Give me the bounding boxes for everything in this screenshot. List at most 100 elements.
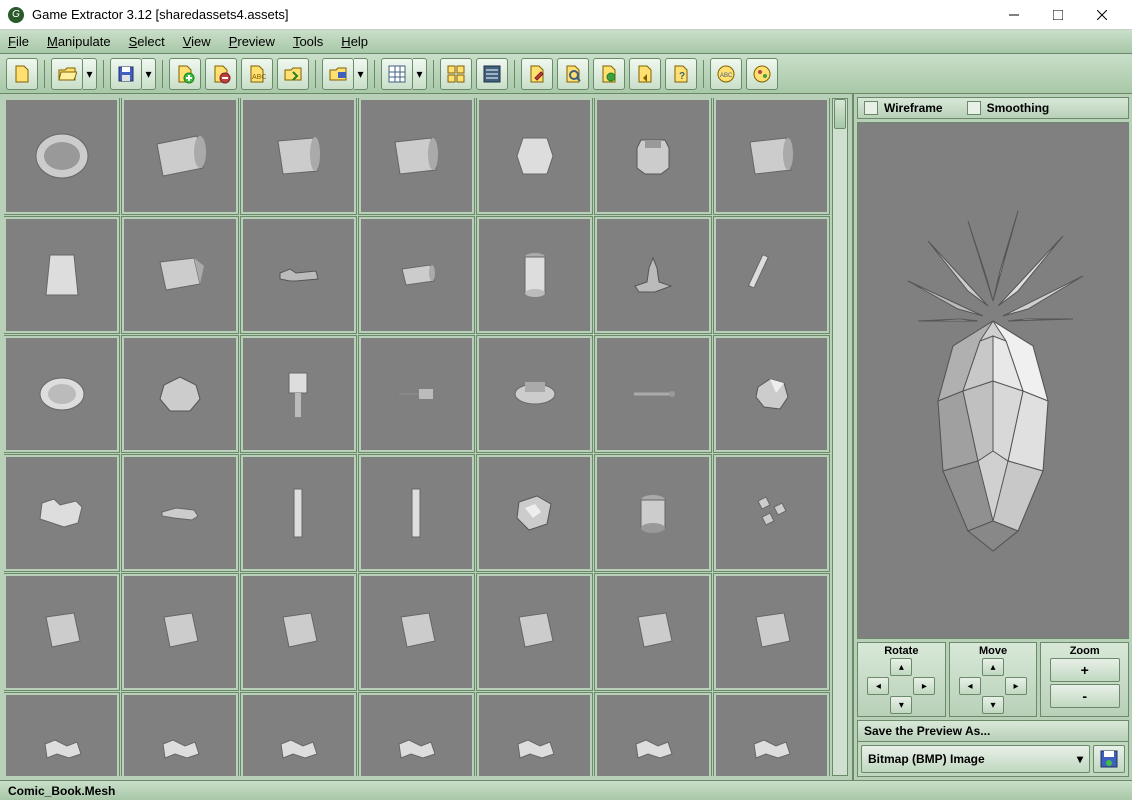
open-file-button[interactable]	[51, 58, 83, 90]
export-dropdown[interactable]: ▾	[354, 58, 368, 90]
thumbnail-item[interactable]	[477, 217, 592, 333]
move-left-button[interactable]: ◂	[959, 677, 981, 695]
tiles-view-button[interactable]	[440, 58, 472, 90]
menu-view[interactable]: View	[183, 34, 211, 49]
thumbnail-item[interactable]	[359, 98, 474, 214]
settings-button[interactable]	[593, 58, 625, 90]
thumbnail-item[interactable]	[241, 98, 356, 214]
thumbnail-item[interactable]	[122, 693, 237, 776]
save-dropdown[interactable]: ▾	[142, 58, 156, 90]
thumbnail-item[interactable]	[122, 217, 237, 333]
table-view-button[interactable]	[381, 58, 413, 90]
zoom-in-button[interactable]: +	[1050, 658, 1120, 682]
thumbnail-item[interactable]	[122, 574, 237, 690]
thumbnail-item[interactable]	[4, 217, 119, 333]
rotate-down-button[interactable]: ▾	[890, 696, 912, 714]
smoothing-checkbox[interactable]: Smoothing	[967, 101, 1050, 115]
rotate-up-button[interactable]: ▴	[890, 658, 912, 676]
menu-select[interactable]: Select	[129, 34, 165, 49]
thumbnail-item[interactable]	[241, 574, 356, 690]
thumbnail-item[interactable]	[595, 574, 710, 690]
thumbnail-item[interactable]	[359, 693, 474, 776]
list-view-button[interactable]	[476, 58, 508, 90]
preview-viewport[interactable]	[857, 122, 1129, 639]
menu-help[interactable]: Help	[341, 34, 368, 49]
move-controls: Move ▴ ◂▸ ▾	[949, 642, 1038, 717]
export-as-button[interactable]	[322, 58, 354, 90]
abc-tool-button[interactable]: ABC	[710, 58, 742, 90]
separator	[374, 60, 375, 88]
help-button[interactable]: ?	[665, 58, 697, 90]
remove-file-button[interactable]	[205, 58, 237, 90]
thumbnail-item[interactable]	[241, 336, 356, 452]
move-down-button[interactable]: ▾	[982, 696, 1004, 714]
rename-button[interactable]: ABC	[241, 58, 273, 90]
scripts-button[interactable]	[629, 58, 661, 90]
thumbnail-item[interactable]	[714, 574, 829, 690]
mesh-icon	[150, 250, 210, 300]
thumbnail-item[interactable]	[477, 574, 592, 690]
thumbnail-item[interactable]	[595, 98, 710, 214]
thumbnail-item[interactable]	[4, 336, 119, 452]
rotate-right-button[interactable]: ▸	[913, 677, 935, 695]
view-dropdown[interactable]: ▾	[413, 58, 427, 90]
thumbnail-scrollbar[interactable]	[832, 98, 848, 776]
thumbnail-item[interactable]	[359, 336, 474, 452]
thumbnail-item[interactable]	[714, 455, 829, 571]
thumbnail-item[interactable]	[477, 336, 592, 452]
thumbnail-item[interactable]	[477, 455, 592, 571]
scrollbar-thumb[interactable]	[834, 99, 846, 129]
rotate-left-button[interactable]: ◂	[867, 677, 889, 695]
thumbnail-item[interactable]	[122, 336, 237, 452]
thumbnail-item[interactable]	[4, 455, 119, 571]
minimize-button[interactable]	[992, 0, 1036, 30]
move-right-button[interactable]: ▸	[1005, 677, 1027, 695]
thumbnail-item[interactable]	[477, 98, 592, 214]
thumbnail-item[interactable]	[4, 98, 119, 214]
checkbox-icon	[864, 101, 878, 115]
thumbnail-item[interactable]	[595, 693, 710, 776]
new-file-button[interactable]	[6, 58, 38, 90]
thumbnail-item[interactable]	[122, 455, 237, 571]
open-dropdown[interactable]: ▾	[83, 58, 97, 90]
export-button[interactable]	[277, 58, 309, 90]
thumbnail-item[interactable]	[595, 336, 710, 452]
thumbnail-item[interactable]	[122, 98, 237, 214]
thumbnail-item[interactable]	[595, 217, 710, 333]
close-button[interactable]	[1080, 0, 1124, 30]
thumbnail-item[interactable]	[241, 217, 356, 333]
custom-tool-button[interactable]	[746, 58, 778, 90]
table-view-icon	[387, 64, 407, 84]
thumbnail-item[interactable]	[241, 693, 356, 776]
maximize-button[interactable]	[1036, 0, 1080, 30]
thumbnail-item[interactable]	[714, 98, 829, 214]
thumbnail-item[interactable]	[595, 455, 710, 571]
search-button[interactable]	[557, 58, 589, 90]
thumbnail-item[interactable]	[714, 693, 829, 776]
save-format-select[interactable]: Bitmap (BMP) Image ▾	[861, 745, 1090, 773]
thumbnail-item[interactable]	[714, 217, 829, 333]
wireframe-checkbox[interactable]: Wireframe	[864, 101, 943, 115]
save-button[interactable]	[110, 58, 142, 90]
menu-preview[interactable]: Preview	[229, 34, 275, 49]
thumbnail-item[interactable]	[4, 574, 119, 690]
thumbnail-item[interactable]	[714, 336, 829, 452]
thumbnail-item[interactable]	[359, 574, 474, 690]
zoom-out-button[interactable]: -	[1050, 684, 1120, 708]
thumbnail-item[interactable]	[241, 455, 356, 571]
chevron-down-icon: ▾	[1077, 752, 1083, 766]
edit-pencil-icon	[527, 64, 547, 84]
thumbnail-item[interactable]	[477, 693, 592, 776]
thumbnail-item[interactable]	[359, 217, 474, 333]
add-file-button[interactable]	[169, 58, 201, 90]
mesh-icon	[263, 126, 333, 186]
thumbnail-item[interactable]	[359, 455, 474, 571]
menu-file[interactable]: File	[8, 34, 29, 49]
thumbnail-item[interactable]	[4, 693, 119, 776]
mesh-icon	[271, 607, 326, 657]
move-up-button[interactable]: ▴	[982, 658, 1004, 676]
menu-manipulate[interactable]: Manipulate	[47, 34, 111, 49]
menu-tools[interactable]: Tools	[293, 34, 323, 49]
save-preview-button[interactable]	[1093, 745, 1125, 773]
edit-button[interactable]	[521, 58, 553, 90]
